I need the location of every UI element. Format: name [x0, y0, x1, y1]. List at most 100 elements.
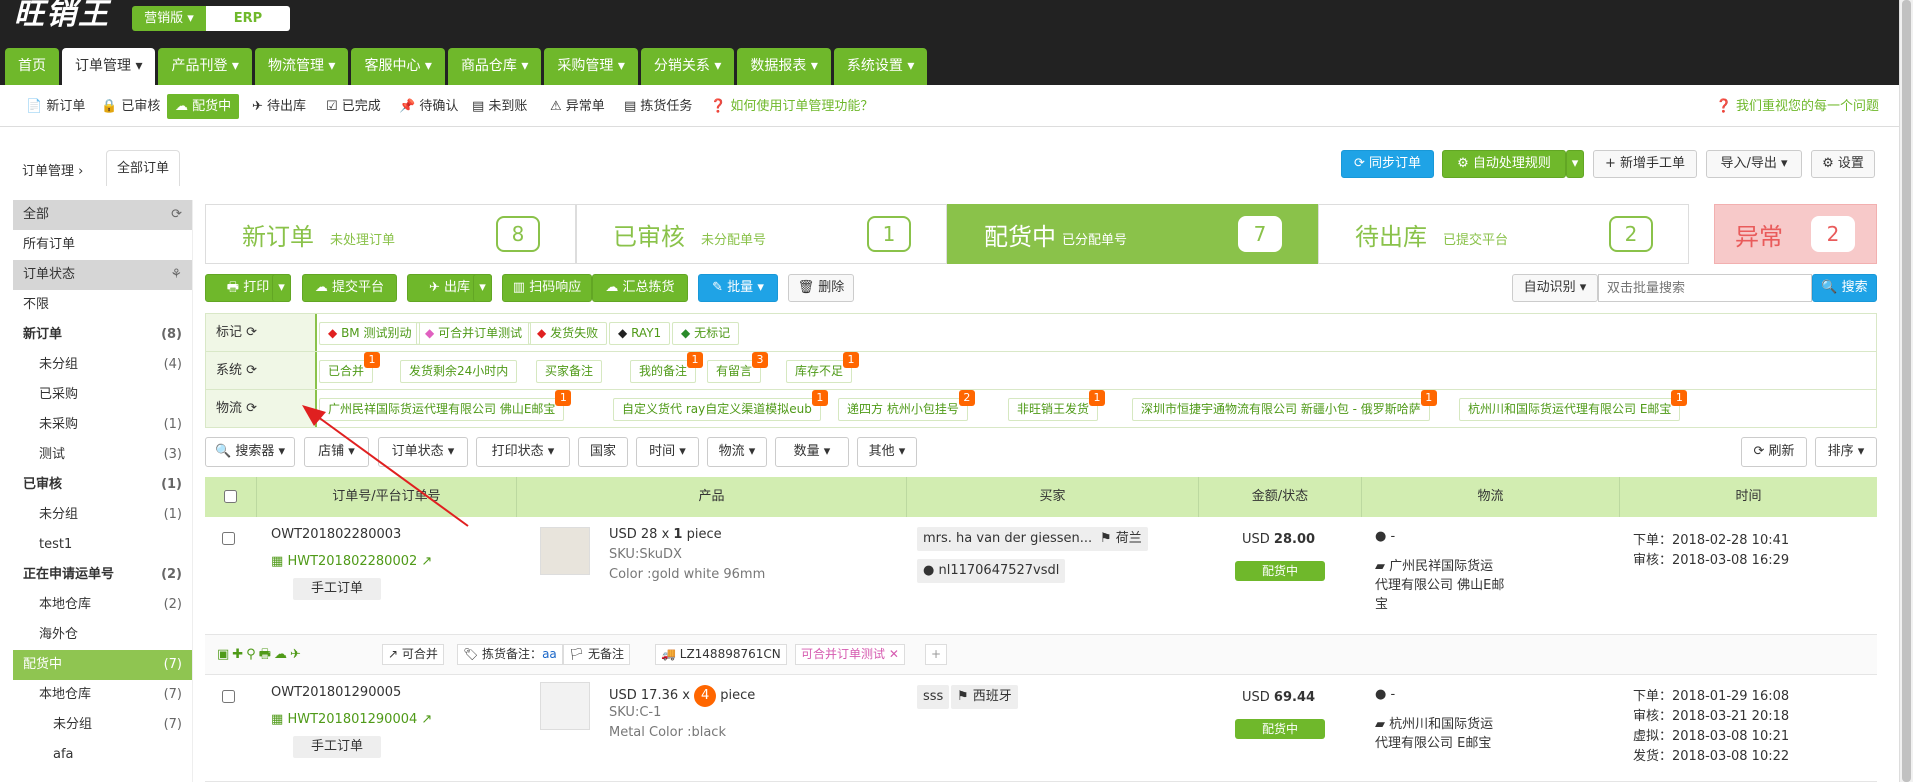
nav-home[interactable]: 首页 — [5, 48, 59, 85]
step-audited[interactable]: 已审核 未分配单号 1 — [576, 204, 947, 264]
nav-settings[interactable]: 系统设置 ▾ — [833, 48, 928, 85]
sidebar-item[interactable]: afa — [13, 740, 192, 770]
platform-order[interactable]: ▦ HWT201801290004 ↗ — [271, 712, 432, 727]
help-link[interactable]: ❓ 我们重视您的每一个问题 — [1716, 94, 1879, 119]
sidebar-item[interactable]: 未采购 (1) — [13, 410, 192, 440]
mark-chip[interactable]: ◆ 无标记 — [672, 322, 740, 345]
filter-dropdown[interactable]: 🔍 搜索器 ▾ — [205, 437, 295, 467]
sidebar-item[interactable]: 未分组 (7) — [13, 710, 192, 740]
nav-logistics[interactable]: 物流管理 ▾ — [254, 48, 349, 85]
filter-dropdown[interactable]: 其他 ▾ — [857, 437, 917, 467]
sidebar-item[interactable]: 全部 ⟳ — [13, 200, 192, 230]
step-new[interactable]: 新订单 未处理订单 8 — [205, 204, 576, 264]
log-chip[interactable]: 非旺销王发货 1 — [1008, 390, 1106, 421]
add-tag-button[interactable]: + — [925, 644, 948, 665]
log-chip[interactable]: 深圳市恒捷宇通物流有限公司 新疆小包 - 俄罗斯哈萨 1 — [1132, 390, 1437, 421]
summary-pick-button[interactable]: ☁ 汇总拣货 — [592, 274, 688, 302]
product-image[interactable] — [540, 527, 590, 575]
sys-chip[interactable]: 库存不足 1 — [786, 352, 860, 383]
table-row[interactable]: OWT201801290005 ▦ HWT201801290004 ↗ 手工订单… — [205, 675, 1877, 782]
filter-dropdown[interactable]: 数量 ▾ — [775, 437, 849, 467]
row-checkbox[interactable] — [222, 690, 235, 703]
delete-button[interactable]: 🗑 删除 — [788, 274, 854, 302]
sidebar-item[interactable]: 海外仓 — [13, 620, 192, 650]
nav-report[interactable]: 数据报表 ▾ — [737, 48, 831, 85]
platform-order[interactable]: ▦ HWT201802280002 ↗ — [271, 554, 432, 569]
mark-chip[interactable]: ◆ 发货失败 — [528, 322, 608, 345]
auto-rule-button[interactable]: ⚙ 自动处理规则 — [1442, 150, 1566, 178]
sort-select[interactable]: 排序 ▾ — [1815, 437, 1877, 467]
row-checkbox[interactable] — [222, 532, 235, 545]
tab-all-orders[interactable]: 全部订单 — [106, 150, 181, 186]
nav-order[interactable]: 订单管理 ▾ — [62, 48, 156, 85]
sidebar-item[interactable]: test1 — [13, 530, 192, 560]
mark-chip[interactable]: ◆ 可合并订单测试 — [416, 322, 532, 345]
subnav-confirm[interactable]: 📌 待确认 — [399, 94, 458, 119]
subnav-picking[interactable]: ▤ 拣货任务 — [624, 94, 692, 119]
subnav-done[interactable]: ☑ 已完成 — [326, 94, 381, 119]
subnav-help[interactable]: ❓ 如何使用订单管理功能？ — [710, 94, 873, 119]
search-button[interactable]: 🔍 搜索 — [1812, 274, 1877, 302]
nav-product[interactable]: 产品刊登 ▾ — [158, 48, 252, 85]
header-checkbox-col[interactable] — [205, 477, 257, 517]
sidebar-item[interactable]: 未分组 (4) — [13, 350, 192, 380]
select-all-checkbox[interactable] — [224, 490, 237, 503]
nav-distribution[interactable]: 分销关系 ▾ — [640, 48, 735, 85]
no-note-tag[interactable]: 🏳 无备注 — [563, 644, 631, 665]
batch-search-input[interactable] — [1598, 274, 1812, 302]
sidebar-item[interactable]: 已审核 (1) — [13, 470, 192, 500]
filter-dropdown[interactable]: 时间 ▾ — [636, 437, 699, 467]
step-allocating[interactable]: 配货中 已分配单号 7 — [947, 204, 1318, 264]
order-number[interactable]: OWT201801290005 — [271, 685, 401, 700]
sidebar-item[interactable]: 配货中 (7) — [13, 650, 192, 680]
tracking-number[interactable]: 🚚 LZ148898761CN — [655, 644, 787, 665]
sidebar-item[interactable]: 未分组 (1) — [13, 500, 192, 530]
batch-button[interactable]: ✎ 批量 ▾ — [698, 274, 778, 302]
sidebar-item[interactable]: 本地仓库 (7) — [13, 680, 192, 710]
settings-button[interactable]: ⚙ 设置 — [1811, 150, 1875, 178]
sync-button[interactable]: ⟳ 同步订单 — [1341, 150, 1434, 178]
row-action-icons[interactable]: ▣✚⚲🖶☁✈ — [217, 645, 304, 667]
sidebar-item[interactable]: 订单状态 ⚘ — [13, 260, 192, 290]
sidebar-item[interactable]: 所有订单 — [13, 230, 192, 260]
sidebar-item[interactable]: 不限 — [13, 290, 192, 320]
subnav-new-order[interactable]: 📄 新订单 — [26, 94, 85, 119]
log-chip[interactable]: 自定义货代 ray自定义渠道模拟eub 1 — [613, 390, 828, 421]
buyer-name[interactable]: mrs. ha van der giessen... — [917, 527, 1099, 551]
nav-purchase[interactable]: 采购管理 ▾ — [544, 48, 638, 85]
product-image-placeholder[interactable] — [540, 682, 590, 730]
merge-test-tag[interactable]: 可合并订单测试 ✕ — [795, 644, 905, 665]
subnav-exception[interactable]: ⚠ 异常单 — [550, 94, 605, 119]
step-exception[interactable]: 异常 2 — [1714, 204, 1877, 264]
sys-chip[interactable]: 买家备注 — [536, 360, 603, 383]
import-export-button[interactable]: 导入/导出 ▾ — [1706, 150, 1802, 178]
auto-rule-caret[interactable]: ▾ — [1566, 150, 1584, 178]
sys-chip[interactable]: 发货剩余24小时内 — [400, 360, 518, 383]
subnav-pending-out[interactable]: ✈ 待出库 — [252, 94, 306, 119]
nav-service[interactable]: 客服中心 ▾ — [351, 48, 445, 85]
print-caret[interactable]: ▾ — [272, 274, 291, 302]
sidebar-item[interactable]: 正在申请运单号 (2) — [13, 560, 192, 590]
subnav-unpaid[interactable]: ▤ 未到账 — [472, 94, 527, 119]
page-scrollbar[interactable] — [1899, 0, 1913, 782]
subnav-allocating[interactable]: ☁ 配货中 — [167, 94, 240, 119]
nav-warehouse[interactable]: 商品仓库 ▾ — [447, 48, 542, 85]
pick-note[interactable]: 🏷 拣货备注：aa — [457, 644, 563, 665]
mark-chip[interactable]: ◆ RAY1 — [609, 322, 671, 345]
merge-tag[interactable]: ↗ 可合并 — [382, 644, 444, 665]
new-manual-button[interactable]: + 新增手工单 — [1593, 150, 1697, 178]
filter-dropdown[interactable]: 物流 ▾ — [707, 437, 767, 467]
subnav-audited[interactable]: 🔒 已审核 — [101, 94, 160, 119]
buyer-name[interactable]: sss — [917, 685, 950, 709]
erp-button[interactable]: ERP — [206, 6, 290, 31]
log-chip[interactable]: 递四方 杭州小包挂号 2 — [838, 390, 975, 421]
sidebar-item[interactable]: 测试 (3) — [13, 440, 192, 470]
sys-chip[interactable]: 我的备注 1 — [630, 352, 704, 383]
filter-dropdown[interactable]: 国家 — [578, 437, 628, 467]
scan-button[interactable]: ▥ 扫码响应 — [502, 274, 592, 302]
edition-button[interactable]: 营销版 ▾ — [132, 6, 206, 31]
log-chip[interactable]: 杭州川和国际货运代理有限公司 E邮宝 1 — [1459, 390, 1688, 421]
step-pending-out[interactable]: 待出库 已提交平台 2 — [1318, 204, 1689, 264]
submit-platform-button[interactable]: ☁ 提交平台 — [302, 274, 397, 302]
sidebar-item[interactable]: 新订单 (8) — [13, 320, 192, 350]
